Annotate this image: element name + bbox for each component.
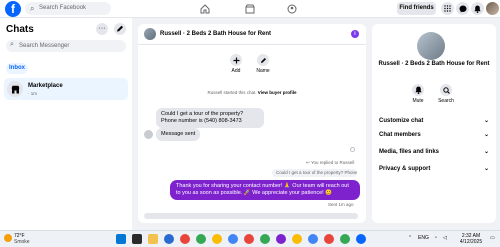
sender-avatar [144,130,153,139]
conversation-header: Russell · 2 Beds 2 Bath House for Rent i [138,24,366,45]
name-action[interactable]: Name [253,54,273,74]
tab-inbox[interactable]: Inbox [6,63,28,74]
file-explorer-icon[interactable] [148,234,158,244]
section-label: Chat members [379,132,421,138]
menu-grid-icon[interactable] [441,2,454,15]
quoted-message: Could I get a tour of the property? Phon… [272,169,357,177]
section-privacy-support[interactable]: Privacy & support ⌄ [379,163,489,175]
search-placeholder: Search Facebook [39,5,87,11]
top-navbar: f ⌕ Search Facebook Find friends [0,0,500,18]
outgoing-message-bubble: Thank you for sharing your contact numbe… [170,180,360,200]
chevron-down-icon: ⌄ [483,149,489,155]
chrome-profile-icon[interactable] [308,234,318,244]
mute-label: Mute [412,98,424,104]
groups-icon[interactable] [285,2,299,16]
incoming-message-bubble: Could I get a tour of the property? Phon… [156,108,264,128]
chat-name: Marketplace [28,83,63,89]
pencil-icon [257,54,269,66]
chevron-down-icon: ⌄ [483,166,489,172]
chrome-profile-icon[interactable] [228,234,238,244]
section-label: Privacy & support [379,166,431,172]
section-customize-chat[interactable]: Customize chat ⌄ [379,115,489,127]
edge-icon[interactable] [164,234,174,244]
facebook-logo-icon[interactable]: f [5,1,21,17]
sent-status: Sent 1m ago [328,202,354,207]
start-icon[interactable] [116,234,126,244]
chrome-profile-icon[interactable] [356,234,366,244]
chevron-down-icon: ⌄ [483,132,489,138]
search-action[interactable]: Search [436,84,456,104]
home-icon[interactable] [198,2,212,16]
chrome-profile-icon[interactable] [324,234,334,244]
weather-icon[interactable] [4,234,12,242]
new-message-icon[interactable] [114,23,126,35]
taskbar-clock[interactable]: 2:32 AM 4/12/2025 [456,233,486,245]
chevron-down-icon: ⌄ [483,118,489,124]
chrome-profile-icon[interactable] [260,234,270,244]
conversation-title[interactable]: Russell · 2 Beds 2 Bath House for Rent [160,31,271,37]
chrome-profile-icon[interactable] [244,234,254,244]
incoming-message-bubble: Message sent [156,128,201,141]
weather-description[interactable]: Smoke [14,239,30,245]
add-label: Add [231,68,241,74]
chat-started-notice: Russell started this chat. View buyer pr… [138,90,366,95]
view-buyer-profile-link[interactable]: View buyer profile [258,90,297,95]
chrome-profile-icon[interactable] [196,234,206,244]
section-label: Media, files and links [379,149,440,155]
reply-arrow-icon: ↩ [306,160,310,165]
message-composer[interactable] [144,213,358,219]
chrome-profile-icon[interactable] [292,234,302,244]
read-receipt-icon [350,147,355,152]
listing-photo[interactable] [417,32,445,60]
facebook-search-input[interactable]: ⌕ Search Facebook [25,2,111,15]
messenger-search-input[interactable]: ⌕ Search Messenger [6,40,126,52]
chevron-up-icon[interactable]: ⌃ [408,235,412,241]
clock-date: 4/12/2025 [459,239,483,245]
chats-title: Chats [6,24,34,35]
language-icon[interactable]: ENG [418,235,429,241]
search-icon [440,84,452,96]
section-media-files-links[interactable]: Media, files and links ⌄ [379,146,489,158]
messenger-icon[interactable] [456,2,469,15]
chrome-profile-icon[interactable] [212,234,222,244]
conversation-avatar[interactable] [144,28,156,40]
bell-icon [412,84,424,96]
conversation-panel: Russell · 2 Beds 2 Bath House for Rent i… [138,24,366,223]
marketplace-icon[interactable] [243,2,257,16]
task-view-icon[interactable] [132,234,142,244]
search-icon: ⌕ [10,41,14,48]
storefront-icon [7,81,23,97]
replied-to-label: ↩ You replied to Russell [306,160,354,166]
notification-center-icon[interactable]: ▭ [490,235,495,241]
chat-started-text: Russell started this chat. [207,90,257,95]
mute-action[interactable]: Mute [408,84,428,104]
chat-timestamp: · 1m [28,91,37,96]
name-label: Name [256,68,270,74]
find-friends-button[interactable]: Find friends [397,2,436,15]
section-chat-members[interactable]: Chat members ⌄ [379,129,489,141]
volume-icon[interactable]: ◁ [443,235,447,241]
profile-avatar[interactable] [486,2,499,15]
chrome-profile-icon[interactable] [276,234,286,244]
chat-list-item-marketplace[interactable]: Marketplace · 1m [4,78,128,100]
messenger-search-placeholder: Search Messenger [19,43,70,49]
chrome-profile-icon[interactable] [340,234,350,244]
chat-info-panel: Russell · 2 Beds 2 Bath House for Rent M… [372,24,496,223]
search-icon: ⌕ [30,4,35,13]
wifi-icon[interactable]: ◔ [434,235,437,241]
search-label: Search [438,98,454,104]
info-panel-name: Russell · 2 Beds 2 Bath House for Rent [378,61,490,67]
more-options-icon[interactable]: ··· [96,23,108,35]
notifications-bell-icon[interactable] [471,2,484,15]
info-icon[interactable]: i [351,30,359,38]
windows-taskbar: 72°F Smoke ⌃ ENG ◔ ◁ 2:32 AM 4/12/2025 ▭ [0,230,500,247]
add-action[interactable]: Add [226,54,246,74]
section-label: Customize chat [379,118,424,124]
chats-sidebar: Chats ··· ⌕ Search Messenger Inbox Marke… [0,18,132,230]
chrome-icon[interactable] [180,234,190,244]
replied-to-text: You replied to Russell [310,160,355,165]
add-icon [230,54,242,66]
